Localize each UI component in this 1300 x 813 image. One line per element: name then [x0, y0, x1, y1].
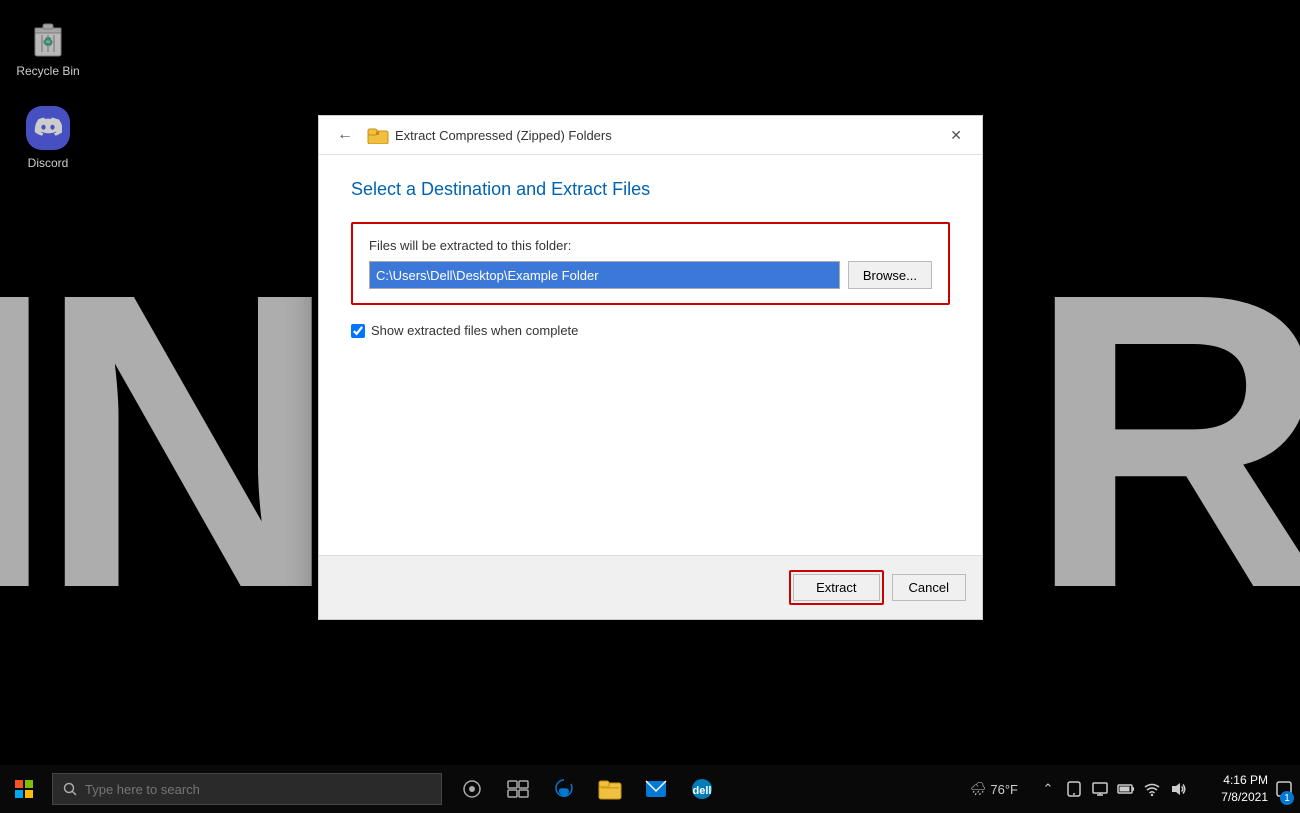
taskbar-mail-button[interactable]: [634, 767, 678, 811]
weather-widget[interactable]: 🌧 76°F: [962, 781, 1026, 797]
search-input[interactable]: [85, 782, 431, 797]
taskbar-clock[interactable]: 4:16 PM 7/8/2021: [1200, 772, 1268, 806]
battery-icon: [1117, 783, 1135, 795]
task-view-icon: [507, 780, 529, 798]
extract-folder-label: Files will be extracted to this folder:: [369, 238, 932, 253]
clock-time: 4:16 PM: [1223, 772, 1268, 789]
extract-dialog: ← Extract Compressed (Zipped) Folders ✕ …: [318, 115, 983, 620]
search-icon: [63, 782, 77, 796]
tray-chevron[interactable]: ⌃: [1036, 777, 1060, 801]
taskbar-edge-button[interactable]: [542, 767, 586, 811]
tray-wifi[interactable]: [1140, 777, 1164, 801]
dialog-close-button[interactable]: ✕: [942, 126, 970, 144]
start-button[interactable]: [0, 765, 48, 813]
cortana-icon: [462, 779, 482, 799]
task-view-button[interactable]: [496, 767, 540, 811]
taskbar: dell 🌧 76°F ⌃: [0, 765, 1300, 813]
tray-tablet-mode[interactable]: [1062, 777, 1086, 801]
dialog-section-title: Select a Destination and Extract Files: [351, 179, 950, 200]
dialog-title-text: Extract Compressed (Zipped) Folders: [395, 128, 942, 143]
weather-temp: 76°F: [990, 782, 1018, 797]
dialog-titlebar: ← Extract Compressed (Zipped) Folders ✕: [319, 116, 982, 155]
show-files-checkbox-row: Show extracted files when complete: [351, 323, 950, 338]
screen-icon: [1092, 782, 1108, 796]
tray-battery[interactable]: [1114, 777, 1138, 801]
show-files-label: Show extracted files when complete: [371, 323, 578, 338]
taskbar-right: 🌧 76°F ⌃: [962, 765, 1300, 813]
dialog-folder-icon: [367, 126, 389, 144]
dialog-content: Select a Destination and Extract Files F…: [319, 155, 982, 515]
dell-icon: dell: [690, 777, 714, 801]
browse-button[interactable]: Browse...: [848, 261, 932, 289]
extract-button-wrapper: Extract: [789, 570, 883, 605]
tablet-mode-icon: [1066, 781, 1082, 797]
mail-icon: [645, 780, 667, 798]
svg-text:dell: dell: [693, 785, 712, 797]
wifi-icon: [1144, 782, 1160, 796]
system-tray: ⌃: [1030, 777, 1196, 801]
windows-logo-icon: [15, 780, 33, 798]
clock-date: 7/8/2021: [1221, 789, 1268, 806]
cancel-button[interactable]: Cancel: [892, 574, 966, 601]
tray-volume[interactable]: [1166, 777, 1190, 801]
file-explorer-icon: [598, 778, 622, 800]
extraction-destination-box: Files will be extracted to this folder: …: [351, 222, 950, 305]
taskbar-pinned-icons: dell: [450, 767, 724, 811]
extract-input-row: C:\Users\Dell\Desktop\Example Folder Bro…: [369, 261, 932, 289]
edge-icon: [553, 778, 575, 800]
extract-button[interactable]: Extract: [793, 574, 879, 601]
volume-icon: [1170, 782, 1186, 796]
extract-path-input[interactable]: C:\Users\Dell\Desktop\Example Folder: [369, 261, 840, 289]
weather-icon: 🌧: [970, 781, 987, 797]
taskbar-file-explorer-button[interactable]: [588, 767, 632, 811]
taskbar-search-bar[interactable]: [52, 773, 442, 805]
back-button[interactable]: ←: [331, 124, 359, 146]
notification-badge: 1: [1280, 791, 1294, 805]
desktop: IN R ♻ Recycle Bin: [0, 0, 1300, 813]
notification-center-button[interactable]: 1: [1272, 767, 1296, 811]
tray-screen[interactable]: [1088, 777, 1112, 801]
dialog-footer: Extract Cancel: [319, 555, 982, 619]
taskbar-dell-button[interactable]: dell: [680, 767, 724, 811]
taskbar-search-button[interactable]: [450, 767, 494, 811]
show-files-checkbox[interactable]: [351, 324, 365, 338]
